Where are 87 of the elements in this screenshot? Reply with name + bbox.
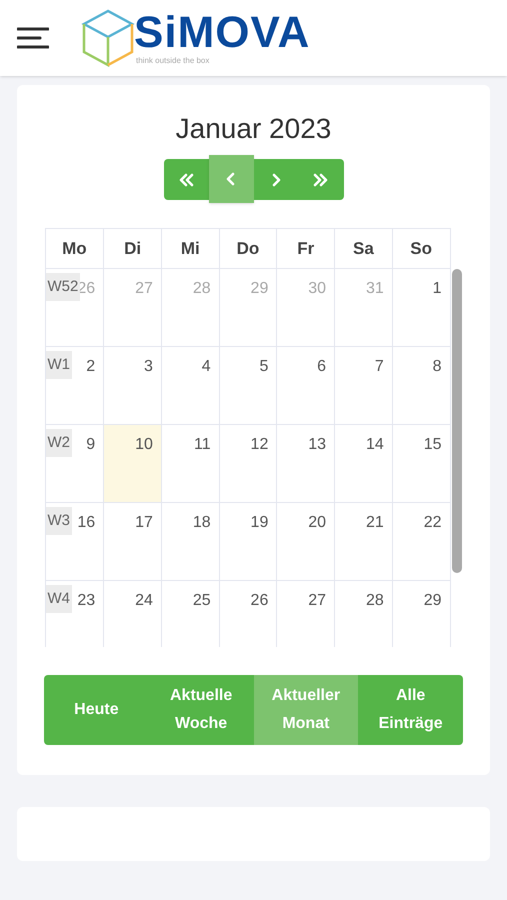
day-number: 14 xyxy=(366,435,384,455)
day-number: 21 xyxy=(366,513,384,533)
day-cell[interactable]: 5 xyxy=(218,347,276,424)
day-number: 30 xyxy=(308,279,326,299)
day-cell[interactable]: 4 xyxy=(160,347,219,424)
day-number: 12 xyxy=(250,435,268,455)
day-cell[interactable]: 14 xyxy=(334,425,392,502)
day-number: 4 xyxy=(202,357,211,377)
week-label: W1 xyxy=(46,351,72,379)
day-cell[interactable]: 17 xyxy=(103,503,161,580)
day-number: 7 xyxy=(374,357,384,377)
day-cell[interactable]: 26 xyxy=(218,581,276,647)
day-cell[interactable]: 18 xyxy=(160,503,219,580)
logo-tagline: think outside the box xyxy=(136,56,210,66)
cube-logo-icon xyxy=(80,8,136,68)
day-number: 15 xyxy=(424,435,442,455)
day-number: 27 xyxy=(308,591,326,611)
logo-text: SiMOVA xyxy=(134,10,310,56)
day-cell[interactable]: 25 xyxy=(160,581,219,647)
day-number: 24 xyxy=(135,591,153,611)
weekday-header: Mo xyxy=(61,238,88,260)
day-cell[interactable]: 21 xyxy=(334,503,392,580)
nav-button[interactable] xyxy=(208,155,254,203)
day-cell[interactable]: 10 xyxy=(103,425,161,502)
month-title: Januar 2023 xyxy=(176,113,332,145)
day-cell[interactable]: 1 xyxy=(392,269,450,346)
day-cell[interactable]: W1 2 xyxy=(46,347,104,424)
day-number: 17 xyxy=(135,513,153,533)
day-number: 2 xyxy=(86,357,96,377)
day-number: 19 xyxy=(250,513,268,533)
day-number: 6 xyxy=(317,357,326,377)
day-cell[interactable]: 6 xyxy=(276,347,334,424)
day-number: 3 xyxy=(144,357,153,377)
day-cell[interactable]: 15 xyxy=(392,425,450,502)
day-cell[interactable]: 3 xyxy=(103,347,161,424)
nav-button[interactable] xyxy=(298,159,344,200)
day-cell[interactable]: W3 16 xyxy=(46,503,104,580)
day-number: 10 xyxy=(135,435,153,455)
weekday-header: Do xyxy=(218,229,276,268)
day-number: 27 xyxy=(135,279,153,299)
week-label: W2 xyxy=(46,429,72,457)
day-number: 20 xyxy=(308,513,326,533)
day-number: 31 xyxy=(366,279,384,299)
double-right-arrow-icon xyxy=(312,170,330,188)
day-number: 18 xyxy=(192,513,211,533)
day-number: 28 xyxy=(192,279,211,299)
day-cell[interactable]: 27 xyxy=(276,581,334,647)
day-number: 23 xyxy=(77,591,96,611)
day-number: 9 xyxy=(86,435,96,455)
day-number: 26 xyxy=(250,591,268,611)
day-cell[interactable]: W4 23 xyxy=(46,581,104,647)
day-cell[interactable]: 11 xyxy=(160,425,219,502)
day-cell[interactable]: 19 xyxy=(218,503,276,580)
day-cell[interactable]: 13 xyxy=(276,425,334,502)
day-number: 11 xyxy=(194,435,211,455)
day-number: 5 xyxy=(259,357,268,377)
day-number: 29 xyxy=(250,279,268,299)
day-cell[interactable]: 7 xyxy=(334,347,392,424)
weekday-header: Mi xyxy=(160,229,219,268)
menu-icon xyxy=(17,26,49,50)
day-cell[interactable]: W2 9 xyxy=(46,425,104,502)
day-cell[interactable]: 29 xyxy=(392,581,450,647)
day-number: 8 xyxy=(432,357,442,377)
day-number: 28 xyxy=(366,591,384,611)
day-cell[interactable]: 22 xyxy=(392,503,450,580)
day-number: 22 xyxy=(424,513,442,533)
day-number: 16 xyxy=(77,513,96,533)
day-cell[interactable]: 28 xyxy=(334,581,392,647)
week-label: W52 xyxy=(46,273,80,301)
day-cell[interactable]: 20 xyxy=(276,503,334,580)
day-cell[interactable]: 24 xyxy=(103,581,161,647)
day-number: 29 xyxy=(424,591,442,611)
week-label: W4 xyxy=(46,585,72,613)
weekday-header: Sa xyxy=(334,229,392,268)
nav-button[interactable] xyxy=(254,159,298,200)
day-number: 1 xyxy=(432,279,442,299)
weekday-header: So xyxy=(392,229,450,268)
weekday-header: Fr xyxy=(276,229,334,268)
nav-button[interactable] xyxy=(164,159,208,200)
double-left-arrow-icon xyxy=(177,170,195,188)
day-cell[interactable]: 12 xyxy=(218,425,276,502)
day-cell[interactable]: 8 xyxy=(392,347,450,424)
weekday-header: Di xyxy=(103,229,161,268)
scrollbar[interactable] xyxy=(452,269,462,573)
day-number: 25 xyxy=(192,591,211,611)
day-number: 13 xyxy=(308,435,326,455)
week-label: W3 xyxy=(46,507,72,535)
